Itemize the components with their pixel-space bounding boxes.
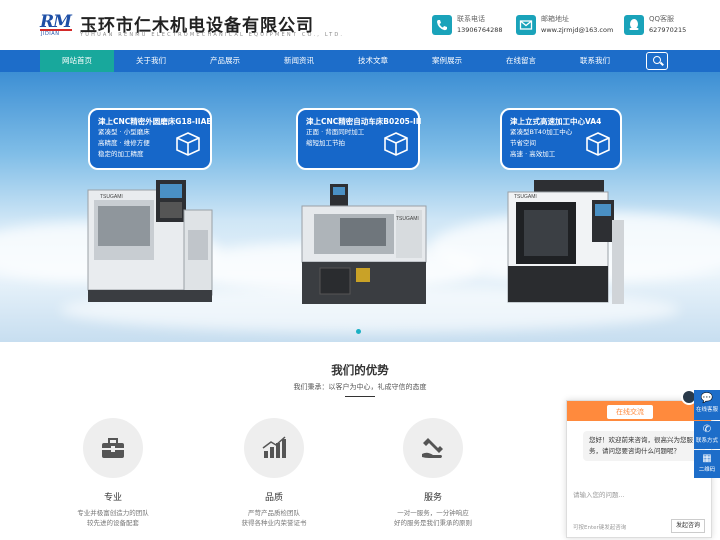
- chart-icon: [262, 436, 286, 458]
- nav-item-cases[interactable]: 案例展示: [410, 50, 484, 72]
- grinder-machine-image: TSUGAMI: [87, 180, 213, 302]
- side-label: 二维码: [698, 467, 716, 473]
- toolbox-icon: [102, 438, 124, 458]
- nav-item-news[interactable]: 新闻资讯: [262, 50, 336, 72]
- box-icon: [384, 132, 408, 156]
- side-label: 在线客服: [695, 407, 718, 413]
- svg-text:TSUGAMI: TSUGAMI: [514, 194, 537, 200]
- search-button[interactable]: [646, 52, 668, 70]
- side-contact[interactable]: ✆ 联系方式: [694, 421, 720, 449]
- feature-name: 专业: [103, 493, 122, 503]
- chat-input[interactable]: 请输入您的问题...: [573, 489, 625, 499]
- nav-item-articles[interactable]: 技术文章: [336, 50, 410, 72]
- card-title: 津上立式高速加工中心VA4: [510, 117, 602, 126]
- feature-desc: 较先进的设备配套: [87, 519, 139, 527]
- logo-sub: JIDIAN: [41, 31, 60, 37]
- nav-item-message[interactable]: 在线留言: [484, 50, 558, 72]
- feature-icon-circle: [244, 418, 304, 478]
- main-nav: 网站首页 关于我们 产品展示 新闻资讯 技术文章 案例展示 在线留言 联系我们: [0, 50, 720, 72]
- nav-item-contact[interactable]: 联系我们: [558, 50, 632, 72]
- lathe-machine-image: TSUGAMI: [301, 184, 427, 304]
- contact-value[interactable]: www.zjrmjd@163.com: [541, 26, 613, 34]
- contact-label: 邮箱地址: [541, 15, 569, 23]
- machine-brand-label: TSUGAMI: [100, 194, 123, 200]
- service-icon: [422, 438, 443, 458]
- qq-icon: [624, 15, 644, 35]
- machining-center-image: TSUGAMI: [507, 180, 624, 304]
- contact-value: 13906764288: [457, 26, 503, 34]
- side-label: 联系方式: [695, 438, 718, 444]
- nav-item-about[interactable]: 关于我们: [114, 50, 188, 72]
- side-online-service[interactable]: 💬 在线客服: [694, 390, 720, 420]
- mail-icon: [516, 15, 536, 35]
- chat-message: 您好！欢迎前来咨询，很高兴为您服务，请问您要咨询什么问题呢？: [583, 431, 705, 461]
- box-icon: [586, 132, 610, 156]
- nav-item-products[interactable]: 产品展示: [188, 50, 262, 72]
- header: RM JIDIAN 玉环市仁木机电设备有限公司 YUHUAN RENMU ELE…: [0, 0, 720, 50]
- feature-icon-circle: [403, 418, 463, 478]
- feature-desc: 好的服务是我们秉承的原则: [394, 519, 472, 527]
- promo-card-machining-center[interactable]: 津上立式高速加工中心VA4 紧凑型BT40加工中心 节省空间 高速 · 高效加工: [500, 108, 622, 170]
- feature-desc: 获得各种业内荣誉证书: [241, 519, 307, 527]
- box-icon: [176, 132, 200, 156]
- nav-item-home[interactable]: 网站首页: [40, 50, 114, 72]
- chat-icon: 💬: [700, 393, 714, 404]
- feature-name: 服务: [423, 493, 442, 503]
- contact-label: 联系电话: [457, 15, 485, 23]
- feature-desc: 一对一服务，一分钟响应: [397, 509, 469, 517]
- section-subtitle: 我们秉承：以客户为中心，礼成守信的态度: [293, 383, 427, 391]
- logo[interactable]: RM JIDIAN: [40, 12, 72, 38]
- promo-card-grinder[interactable]: 津上CNC精密外圆磨床G18-IIAB 紧凑型 · 小型磨床 高精度 · 维修方…: [88, 108, 212, 170]
- chat-hint: 可按Enter键发起咨询: [573, 525, 627, 531]
- feature-professional: 专业 专业并极富创造力的团队 较先进的设备配套: [53, 418, 173, 528]
- company-en: YUHUAN RENMU ELECTROMECHANICAL EQUIPMENT…: [80, 32, 345, 38]
- phone-icon: ✆: [702, 424, 712, 435]
- hero-banner[interactable]: 津上CNC精密外圆磨床G18-IIAB 紧凑型 · 小型磨床 高精度 · 维修方…: [0, 72, 720, 342]
- send-button[interactable]: 发起咨询: [671, 519, 705, 533]
- feature-name: 品质: [264, 493, 283, 503]
- side-qrcode[interactable]: ▦ 二维码: [694, 450, 720, 478]
- feature-desc: 严苛产品质检团队: [248, 509, 300, 517]
- phone-icon: [432, 15, 452, 35]
- feature-quality: 品质 严苛产品质检团队 获得各种业内荣誉证书: [214, 418, 334, 528]
- promo-card-lathe[interactable]: 津上CNC精密自动车床B0205-III 正面 · 背面同时加工 缩短加工节拍: [296, 108, 422, 170]
- feature-service: 服务 一对一服务，一分钟响应 好的服务是我们秉承的原则: [373, 418, 493, 528]
- section-divider: [345, 396, 375, 397]
- feature-desc: 专业并极富创造力的团队: [77, 509, 149, 517]
- carousel-dot[interactable]: [356, 329, 361, 334]
- contact-value[interactable]: 627970215: [649, 26, 686, 34]
- feature-icon-circle: [83, 418, 143, 478]
- chat-tab[interactable]: 在线交流: [607, 405, 653, 419]
- svg-text:TSUGAMI: TSUGAMI: [396, 216, 419, 222]
- card-title: 津上CNC精密外圆磨床G18-IIAB: [98, 117, 213, 126]
- qrcode-icon: ▦: [702, 453, 712, 464]
- contact-label: QQ客服: [649, 15, 675, 23]
- chat-widget: 在线交流 × 您好！欢迎前来咨询，很高兴为您服务，请问您要咨询什么问题呢？ 请输…: [566, 389, 712, 538]
- card-title: 津上CNC精密自动车床B0205-III: [306, 117, 422, 126]
- section-title: 我们的优势: [331, 363, 389, 377]
